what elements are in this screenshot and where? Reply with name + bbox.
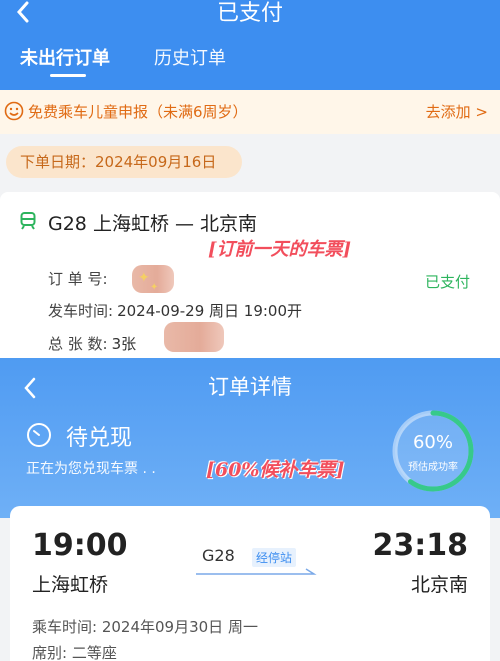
top-header: 已支付 未出行订单 历史订单 — [0, 0, 500, 90]
add-child-link[interactable]: 去添加 > — [426, 101, 488, 122]
tab-active-indicator — [50, 74, 86, 77]
order-card[interactable]: G28 上海虹桥 — 北京南 [订前一天的车票] 订 单 号: ✦ ✦ 已支付 … — [0, 192, 500, 358]
waitlist-status: 待兑现 — [66, 426, 133, 451]
ticket-count-label: 总 张 数: — [48, 335, 108, 353]
annotation-waitlist-ticket: [60%候补车票] — [206, 459, 345, 481]
departure-label: 发车时间: — [48, 302, 114, 320]
child-banner-text: 免费乘车儿童申报（未满6周岁） — [28, 103, 248, 121]
sparkle-icon: ✦ — [138, 270, 150, 286]
sparkle-icon: ✦ — [150, 282, 159, 293]
success-rate-percent: 60% — [412, 432, 453, 453]
departure-value: 2024-09-29 周日 19:00开 — [117, 302, 302, 320]
success-rate-label: 预估成功率 — [408, 462, 458, 473]
order-number-row: 订 单 号: — [48, 268, 108, 289]
train-icon — [20, 212, 36, 230]
seat-class: 席别: 二等座 — [32, 644, 117, 661]
detail-header: 订单详情 待兑现 正在为您兑现车票 . . [60%候补车票] 60% 预估成功… — [0, 358, 500, 518]
stops-link[interactable]: 经停站 — [252, 548, 297, 567]
route-text: G28 上海虹桥 — 北京南 — [48, 213, 258, 235]
train-number: G28 — [202, 546, 235, 565]
order-number-label: 订 单 号: — [48, 270, 108, 288]
ticket-count-row: 总 张 数: 3张 — [48, 333, 136, 354]
departure-time: 19:00 — [32, 528, 128, 563]
clock-icon — [27, 423, 51, 447]
ride-date: 乘车时间: 2024年09月30日 周一 — [32, 618, 258, 636]
departure-station: 上海虹桥 — [32, 574, 109, 596]
child-ticket-banner[interactable]: 免费乘车儿童申报（未满6周岁） 去添加 > — [0, 90, 500, 134]
tab-upcoming-orders[interactable]: 未出行订单 — [20, 44, 110, 70]
arrival-station: 北京南 — [410, 574, 468, 596]
detail-title: 订单详情 — [208, 375, 292, 399]
waitlist-status-subtext: 正在为您兑现车票 . . — [26, 461, 156, 477]
smile-icon — [4, 101, 24, 121]
status-badge: 已支付 — [424, 273, 470, 291]
ticket-count-value: 3张 — [111, 335, 137, 353]
redaction-blur — [164, 322, 224, 352]
trip-card: 19:00 23:18 上海虹桥 北京南 G28 经停站 乘车时间: 2024年… — [10, 506, 490, 661]
tab-history-orders[interactable]: 历史订单 — [154, 44, 226, 70]
order-date-pill: 下单日期：2024年09月16日 — [6, 146, 242, 178]
departure-row: 发车时间: 2024-09-29 周日 19:00开 — [48, 300, 302, 321]
arrival-time: 23:18 — [372, 528, 469, 563]
route-arrow-icon — [196, 568, 317, 575]
annotation-previous-day-ticket: [订前一天的车票] — [208, 239, 352, 260]
page-title: 已支付 — [216, 1, 283, 26]
order-tabs: 未出行订单 历史订单 — [0, 40, 500, 90]
success-rate-gauge: 60% 预估成功率 — [390, 408, 476, 494]
